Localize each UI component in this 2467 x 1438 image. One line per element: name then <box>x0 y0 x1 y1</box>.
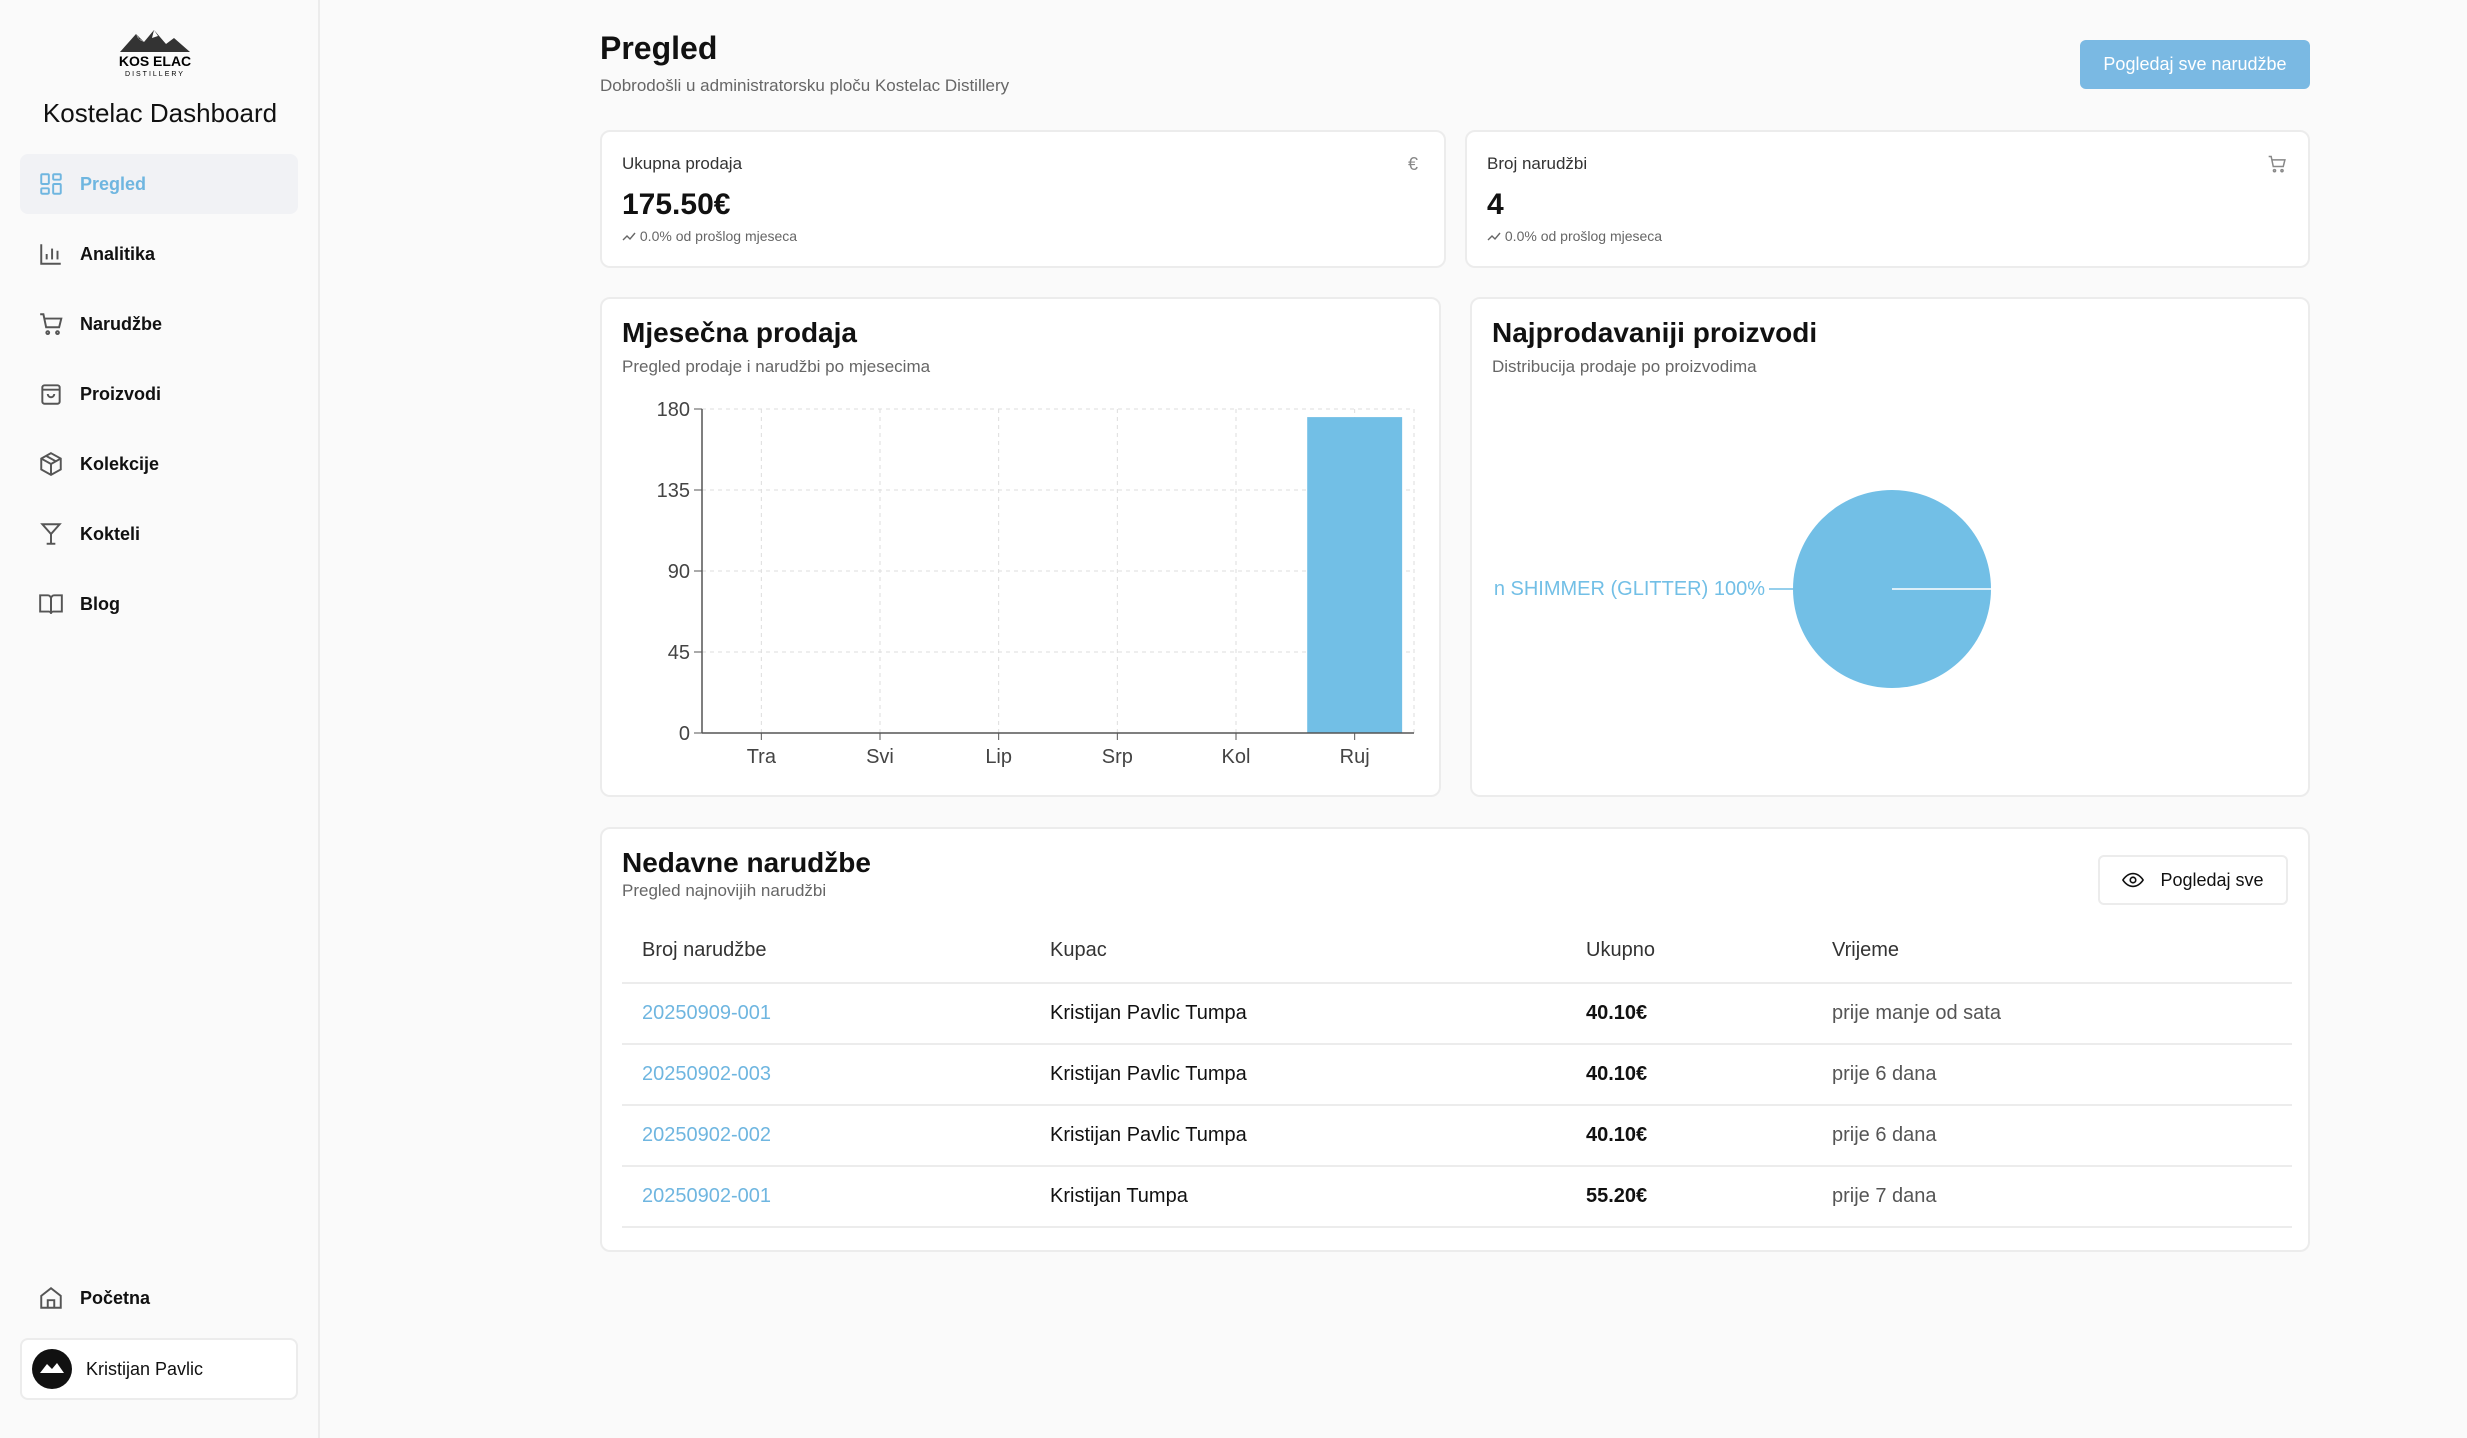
customer-name: Kristijan Pavlic Tumpa <box>1030 1105 1566 1167</box>
table-row[interactable]: 20250902-002 Kristijan Pavlic Tumpa 40.1… <box>622 1105 2292 1167</box>
home-icon <box>36 1283 66 1313</box>
bar-Ruj <box>1307 417 1403 733</box>
y-tick-label: 90 <box>668 561 690 583</box>
cocktail-icon <box>36 519 66 549</box>
card-subtitle: Pregled najnovijih narudžbi <box>622 881 827 900</box>
sidebar-item-label: Proizvodi <box>80 383 162 404</box>
order-number-link[interactable]: 20250902-001 <box>622 1166 1030 1228</box>
view-all-button[interactable]: Pogledaj sve <box>2098 855 2288 905</box>
sidebar-item-proizvodi[interactable]: Proizvodi <box>20 364 298 424</box>
x-tick-label: Tra <box>747 746 777 768</box>
logo-text: KOS ELAC <box>119 53 191 69</box>
sidebar-item-label: Kokteli <box>80 523 141 544</box>
order-total: 40.10€ <box>1566 983 1812 1045</box>
cart-icon <box>2266 154 2288 176</box>
brand-logo[interactable]: KOS ELAC DISTILLERY <box>110 26 200 78</box>
brand-title: Kostelac Dashboard <box>42 98 278 128</box>
x-tick-label: Ruj <box>1340 746 1370 768</box>
order-number-link[interactable]: 20250902-002 <box>622 1105 1030 1167</box>
book-icon <box>36 589 66 619</box>
monthly-sales-chart: 0 45 90 135 180 Tra Svi Lip Srp Kol Ruj <box>657 399 1415 768</box>
order-time: prije manje od sata <box>1812 983 2292 1045</box>
sidebar-item-pregled[interactable]: Pregled <box>20 154 298 214</box>
cart-icon <box>36 309 66 339</box>
table-row[interactable]: 20250902-001 Kristijan Tumpa 55.20€ prij… <box>622 1166 2292 1228</box>
order-total: 40.10€ <box>1566 1044 1812 1106</box>
stat-change: 0.0% od prošlog mjeseca <box>622 228 797 244</box>
sidebar-item-label: Pregled <box>80 173 147 194</box>
table-row[interactable]: 20250909-001 Kristijan Pavlic Tumpa 40.1… <box>622 983 2292 1045</box>
order-total: 40.10€ <box>1566 1105 1812 1167</box>
table-row[interactable]: 20250902-003 Kristijan Pavlic Tumpa 40.1… <box>622 1044 2292 1106</box>
sidebar-item-narudzbe[interactable]: Narudžbe <box>20 294 298 354</box>
customer-name: Kristijan Pavlic Tumpa <box>1030 1044 1566 1106</box>
table-header-row: Broj narudžbe Kupac Ukupno Vrijeme <box>622 919 2292 984</box>
sidebar-item-label: Analitika <box>80 243 156 264</box>
y-tick-label: 0 <box>679 723 690 745</box>
recent-orders-card: Nedavne narudžbe Pregled najnovijih naru… <box>600 827 2310 1252</box>
sidebar-item-label: Narudžbe <box>80 313 163 334</box>
x-tick-label: Lip <box>985 746 1012 768</box>
logo-subtext: DISTILLERY <box>125 71 185 78</box>
sidebar-item-label: Blog <box>80 593 120 614</box>
order-number-link[interactable]: 20250909-001 <box>622 983 1030 1045</box>
box-icon <box>36 449 66 479</box>
customer-name: Kristijan Pavlic Tumpa <box>1030 983 1566 1045</box>
page-subtitle: Dobrodošli u administratorsku ploču Kost… <box>600 76 1010 95</box>
column-header: Broj narudžbe <box>622 919 1030 984</box>
top-products-chart: n SHIMMER (GLITTER) 100% <box>1494 490 1991 688</box>
column-header: Vrijeme <box>1812 919 2292 984</box>
order-time: prije 7 dana <box>1812 1166 2292 1228</box>
sidebar-item-blog[interactable]: Blog <box>20 574 298 634</box>
y-tick-label: 180 <box>657 399 690 421</box>
view-all-label: Pogledaj sve <box>2160 869 2264 890</box>
card-title: Nedavne narudžbe <box>622 847 871 878</box>
pie-slice-label: n SHIMMER (GLITTER) 100% <box>1494 578 1765 600</box>
sidebar-item-kolekcije[interactable]: Kolekcije <box>20 434 298 494</box>
stat-label: Broj narudžbi <box>1487 154 1588 173</box>
avatar <box>32 1349 72 1389</box>
customer-name: Kristijan Tumpa <box>1030 1166 1566 1228</box>
column-header: Kupac <box>1030 919 1566 984</box>
x-tick-label: Srp <box>1102 746 1133 768</box>
page-title: Pregled <box>600 30 718 66</box>
sidebar-nav: Pregled Analitika Narudžbe Proizvodi Kol… <box>20 154 298 644</box>
monthly-sales-card: Mjesečna prodaja Pregled prodaje i narud… <box>600 297 1441 797</box>
view-all-orders-button[interactable]: Pogledaj sve narudžbe <box>2080 40 2310 89</box>
bar-chart-icon <box>36 239 66 269</box>
order-time: prije 6 dana <box>1812 1044 2292 1106</box>
stat-label: Ukupna prodaja <box>622 154 743 173</box>
bag-icon <box>36 379 66 409</box>
stat-card-sales: Ukupna prodaja € 175.50€ 0.0% od prošlog… <box>600 130 1446 268</box>
stat-value: 175.50€ <box>622 188 731 221</box>
sidebar-item-pocetna[interactable]: Početna <box>20 1268 298 1328</box>
trend-up-icon <box>1487 232 1501 241</box>
y-tick-label: 135 <box>657 480 690 502</box>
sidebar: KOS ELAC DISTILLERY Kostelac Dashboard P… <box>0 0 320 1438</box>
stat-value: 4 <box>1487 188 1504 221</box>
euro-icon: € <box>1407 154 1418 174</box>
sidebar-item-kokteli[interactable]: Kokteli <box>20 504 298 564</box>
x-tick-label: Kol <box>1222 746 1251 768</box>
stat-card-orders: Broj narudžbi 4 0.0% od prošlog mjeseca <box>1465 130 2310 268</box>
sidebar-item-label: Kolekcije <box>80 453 160 474</box>
trend-up-icon <box>622 232 636 241</box>
eye-icon <box>2122 869 2145 891</box>
stat-change: 0.0% od prošlog mjeseca <box>1487 228 1662 244</box>
grid-icon <box>36 169 66 199</box>
order-total: 55.20€ <box>1566 1166 1812 1228</box>
x-tick-label: Svi <box>866 746 894 768</box>
user-menu[interactable]: Kristijan Pavlic <box>20 1338 298 1400</box>
sidebar-item-analitika[interactable]: Analitika <box>20 224 298 284</box>
user-name: Kristijan Pavlic <box>86 1358 204 1379</box>
order-time: prije 6 dana <box>1812 1105 2292 1167</box>
order-number-link[interactable]: 20250902-003 <box>622 1044 1030 1106</box>
stat-change-text: 0.0% od prošlog mjeseca <box>1504 228 1663 244</box>
top-products-card: Najprodavaniji proizvodi Distribucija pr… <box>1470 297 2310 797</box>
column-header: Ukupno <box>1566 919 1812 984</box>
y-tick-label: 45 <box>668 642 690 664</box>
sidebar-item-label: Početna <box>80 1287 151 1308</box>
orders-table: Broj narudžbe Kupac Ukupno Vrijeme 20250… <box>622 919 2292 1228</box>
stat-change-text: 0.0% od prošlog mjeseca <box>639 228 798 244</box>
